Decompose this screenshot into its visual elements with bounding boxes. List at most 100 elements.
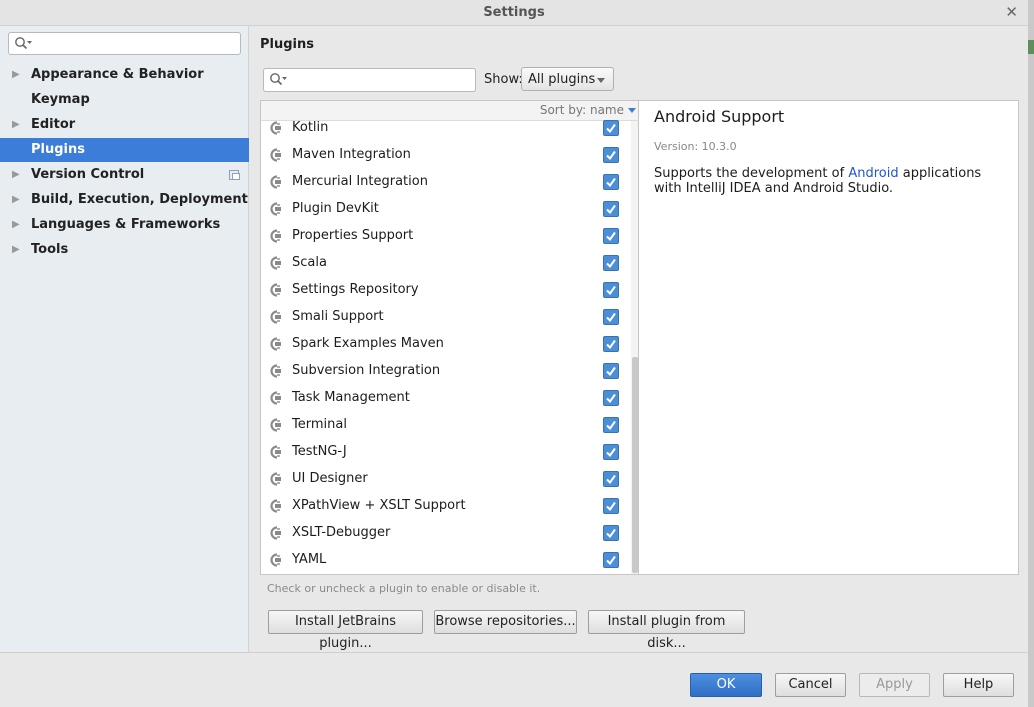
search-icon [15,37,32,50]
plugin-enabled-checkbox[interactable] [603,309,619,325]
plugin-enabled-checkbox[interactable] [603,201,619,217]
sidebar-item[interactable]: Plugins [0,138,249,162]
plugin-row[interactable]: Kotlin [261,115,631,142]
apply-button[interactable]: Apply [859,673,930,697]
plugin-detail-title: Android Support [654,107,785,126]
plugin-icon [268,445,282,459]
plugin-enabled-checkbox[interactable] [603,552,619,568]
plugin-enabled-checkbox[interactable] [603,363,619,379]
plugin-row[interactable]: TestNG-J [261,439,631,466]
plugin-name: TestNG-J [292,444,347,459]
plugin-row[interactable]: UI Designer [261,466,631,493]
plugin-name: YAML [292,552,327,567]
plugin-name: Properties Support [292,228,414,243]
plugin-name: Scala [292,255,327,270]
plugin-enabled-checkbox[interactable] [603,147,619,163]
title-bar: Settings ✕ [0,0,1028,26]
plugin-enabled-checkbox[interactable] [603,390,619,406]
sidebar-item-label: Appearance & Behavior [31,67,204,82]
plugin-enabled-checkbox[interactable] [603,120,619,136]
sidebar-item[interactable]: Keymap [0,88,249,112]
plugin-row[interactable]: YAML [261,547,631,574]
plugin-row[interactable]: Settings Repository [261,277,631,304]
plugin-name: Smali Support [292,309,384,324]
install-from-disk-button[interactable]: Install plugin from disk... [588,610,745,651]
plugin-enabled-checkbox[interactable] [603,255,619,271]
plugin-enabled-checkbox[interactable] [603,525,619,541]
plugin-detail-version: Version: 10.3.0 [654,140,737,153]
expand-arrow-icon[interactable]: ▶ [12,113,20,137]
plugin-row[interactable]: Spark Examples Maven [261,331,631,358]
plugin-row[interactable]: Terminal [261,412,631,439]
plugin-icon [268,229,282,243]
plugin-row[interactable]: Task Management [261,385,631,412]
plugin-icon [268,148,282,162]
close-icon[interactable]: ✕ [1005,3,1018,21]
sidebar-item[interactable]: ▶ Tools [0,238,249,262]
plugin-enabled-checkbox[interactable] [603,228,619,244]
show-label: Show: [484,72,523,87]
plugin-row[interactable]: Smali Support [261,304,631,331]
help-button[interactable]: Help [943,673,1014,697]
sidebar-item[interactable]: ▶ Editor [0,113,249,137]
sidebar-item-label: Version Control [31,167,145,182]
plugin-name: XPathView + XSLT Support [292,498,466,513]
plugin-list-scrollbar[interactable] [631,121,638,574]
plugin-row[interactable]: Mercurial Integration [261,169,631,196]
sidebar-item[interactable]: ▶ Languages & Frameworks [0,213,249,237]
sidebar-item[interactable]: ▶ Appearance & Behavior [0,63,249,87]
window-title: Settings [483,5,545,20]
show-filter-value: All plugins [528,72,596,87]
plugin-icon [268,256,282,270]
expand-arrow-icon[interactable]: ▶ [12,213,20,237]
plugin-icon [268,337,282,351]
plugin-row[interactable]: Plugin DevKit [261,196,631,223]
plugin-icon [268,310,282,324]
plugin-icon [268,121,282,135]
plugin-row[interactable]: Scala [261,250,631,277]
plugin-name: Settings Repository [292,282,419,297]
install-jetbrains-plugin-button[interactable]: Install JetBrains plugin... [268,610,423,651]
plugin-row[interactable]: Subversion Integration [261,358,631,385]
sidebar-item[interactable]: ▶ Build, Execution, Deployment [0,188,249,212]
plugin-row[interactable]: Maven Integration [261,142,631,169]
plugin-enabled-checkbox[interactable] [603,417,619,433]
plugin-enabled-checkbox[interactable] [603,471,619,487]
sidebar-item[interactable]: ▶ Version Control [0,163,249,187]
plugin-row[interactable]: XPathView + XSLT Support [261,493,631,520]
plugin-enabled-checkbox[interactable] [603,498,619,514]
plugin-row[interactable]: Properties Support [261,223,631,250]
plugin-name: Mercurial Integration [292,174,428,189]
desc-text: Supports the development of [654,166,849,181]
android-link[interactable]: Android [848,166,898,181]
sidebar-search-input[interactable] [8,32,241,55]
cancel-button[interactable]: Cancel [775,673,846,697]
plugin-enabled-checkbox[interactable] [603,444,619,460]
plugin-search-input[interactable] [263,68,476,92]
browse-repositories-button[interactable]: Browse repositories... [434,610,577,634]
expand-arrow-icon[interactable]: ▶ [12,188,20,212]
plugin-icon [268,364,282,378]
sidebar-item-label: Plugins [31,142,85,157]
plugin-name: Plugin DevKit [292,201,379,216]
ok-button[interactable]: OK [690,673,762,697]
expand-arrow-icon[interactable]: ▶ [12,238,20,262]
chevron-down-icon [597,78,605,83]
expand-arrow-icon[interactable]: ▶ [12,163,20,187]
plugin-row[interactable]: XSLT-Debugger [261,520,631,547]
plugin-name: Kotlin [292,120,329,135]
plugin-enabled-checkbox[interactable] [603,282,619,298]
expand-arrow-icon[interactable]: ▶ [12,63,20,87]
scrollbar-thumb[interactable] [632,357,638,573]
plugin-enabled-checkbox[interactable] [603,174,619,190]
plugin-icon [268,418,282,432]
plugin-icon [268,526,282,540]
plugin-name: Maven Integration [292,147,411,162]
sort-caret-icon[interactable] [628,108,636,113]
show-filter-dropdown[interactable]: All plugins [521,67,614,91]
plugin-enabled-checkbox[interactable] [603,336,619,352]
window-edge [1028,0,1034,707]
plugin-icon [268,175,282,189]
plugin-icon [268,391,282,405]
plugin-icon [268,553,282,567]
